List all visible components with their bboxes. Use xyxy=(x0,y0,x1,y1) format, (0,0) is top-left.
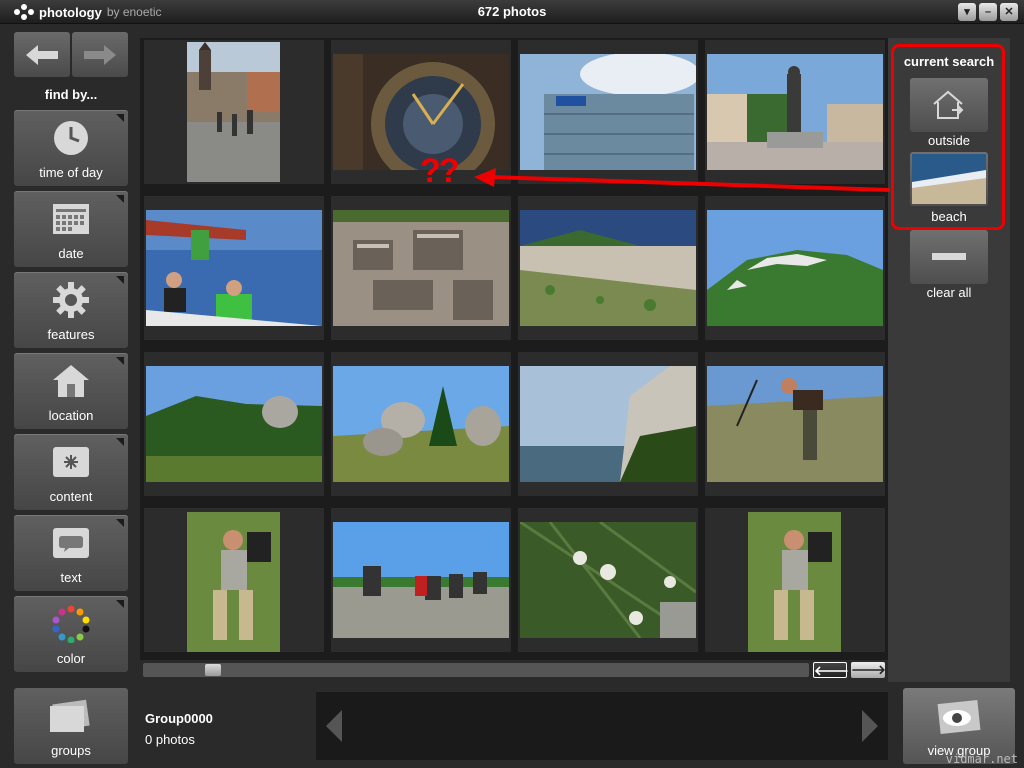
strip-right-arrow-icon[interactable] xyxy=(862,710,878,742)
photo-cell[interactable] xyxy=(705,196,885,340)
photo-cell[interactable] xyxy=(144,508,324,652)
photo-thumbnail xyxy=(333,366,509,482)
photo-thumbnail xyxy=(748,512,841,652)
content-button[interactable]: content xyxy=(14,434,128,510)
time-of-day-button[interactable]: time of day xyxy=(14,110,128,186)
minimize-button[interactable]: – xyxy=(979,3,997,21)
speech-bubble-icon xyxy=(51,523,91,563)
house-icon xyxy=(51,361,91,401)
groups-label: groups xyxy=(51,743,91,758)
question-marks-annotation: ?? xyxy=(420,152,460,190)
close-button[interactable]: ✕ xyxy=(1000,3,1018,21)
photo-cell[interactable] xyxy=(144,196,324,340)
asterisk-icon xyxy=(51,442,91,482)
features-button[interactable]: features xyxy=(14,272,128,348)
photo-cell[interactable] xyxy=(331,196,511,340)
gear-icon xyxy=(51,280,91,320)
photo-thumbnail xyxy=(333,522,509,638)
photo-thumbnail xyxy=(187,512,280,652)
forward-button[interactable] xyxy=(72,32,128,77)
category-label: color xyxy=(56,651,86,666)
photo-thumbnail xyxy=(146,366,322,482)
photo-cell[interactable] xyxy=(705,508,885,652)
group-strip xyxy=(316,692,888,760)
forward-arrow-icon xyxy=(84,44,116,65)
photo-thumbnail xyxy=(520,366,696,482)
photo-cell[interactable] xyxy=(705,352,885,496)
photo-thumbnail xyxy=(520,210,696,326)
photo-cell[interactable] xyxy=(144,40,324,184)
text-button[interactable]: text xyxy=(14,515,128,591)
clear-all-label: clear all xyxy=(926,285,972,300)
clear-all-button[interactable] xyxy=(910,230,988,284)
scrollbar-thumb[interactable] xyxy=(205,664,221,676)
photo-thumbnail xyxy=(187,42,280,182)
location-button[interactable]: location xyxy=(14,353,128,429)
groups-button[interactable]: groups xyxy=(14,688,128,764)
find-by-heading: find by... xyxy=(44,87,98,102)
color-wheel-icon xyxy=(51,604,91,644)
menu-dropdown-button[interactable]: ▾ xyxy=(958,3,976,21)
photo-thumbnail xyxy=(146,210,322,326)
photo-grid xyxy=(140,38,888,660)
photo-cell[interactable] xyxy=(518,508,698,652)
photo-cell[interactable] xyxy=(518,40,698,184)
photo-count: 672 photos xyxy=(477,4,547,19)
photo-cell[interactable] xyxy=(331,508,511,652)
photo-thumbnail xyxy=(707,210,883,326)
photo-thumbnail xyxy=(707,54,883,170)
photo-thumbnail xyxy=(520,54,696,170)
next-page-button[interactable]: 🡒 xyxy=(851,662,886,678)
date-button[interactable]: date xyxy=(14,191,128,267)
photo-thumbnail xyxy=(520,522,696,638)
category-label: content xyxy=(49,489,93,504)
photo-cell[interactable] xyxy=(331,352,511,496)
group-name: Group0000 xyxy=(145,711,213,726)
photo-thumbnail xyxy=(333,210,509,326)
photo-cell[interactable] xyxy=(518,196,698,340)
calendar-icon xyxy=(51,199,91,239)
current-search-highlight xyxy=(891,44,1005,230)
watermark: vidmar.net xyxy=(945,752,1018,766)
category-label: features xyxy=(47,327,95,342)
photo-cell[interactable] xyxy=(144,352,324,496)
category-label: time of day xyxy=(39,165,103,180)
group-photo-count: 0 photos xyxy=(145,732,195,747)
back-arrow-icon xyxy=(26,44,58,65)
photo-cell[interactable] xyxy=(705,40,885,184)
clock-icon xyxy=(51,118,91,158)
photo-cell[interactable] xyxy=(518,352,698,496)
category-label: text xyxy=(60,570,82,585)
category-label: location xyxy=(48,408,94,423)
minus-icon xyxy=(932,253,966,260)
strip-left-arrow-icon[interactable] xyxy=(326,710,342,742)
photo-thumbnail xyxy=(707,366,883,482)
title-bar: photology by enoetic 672 photos ▾ – ✕ xyxy=(0,0,1024,24)
previous-page-button[interactable]: 🡐 xyxy=(813,662,849,678)
color-button[interactable]: color xyxy=(14,596,128,672)
category-label: date xyxy=(58,246,84,261)
grid-scrollbar[interactable] xyxy=(143,663,809,677)
back-button[interactable] xyxy=(14,32,70,77)
